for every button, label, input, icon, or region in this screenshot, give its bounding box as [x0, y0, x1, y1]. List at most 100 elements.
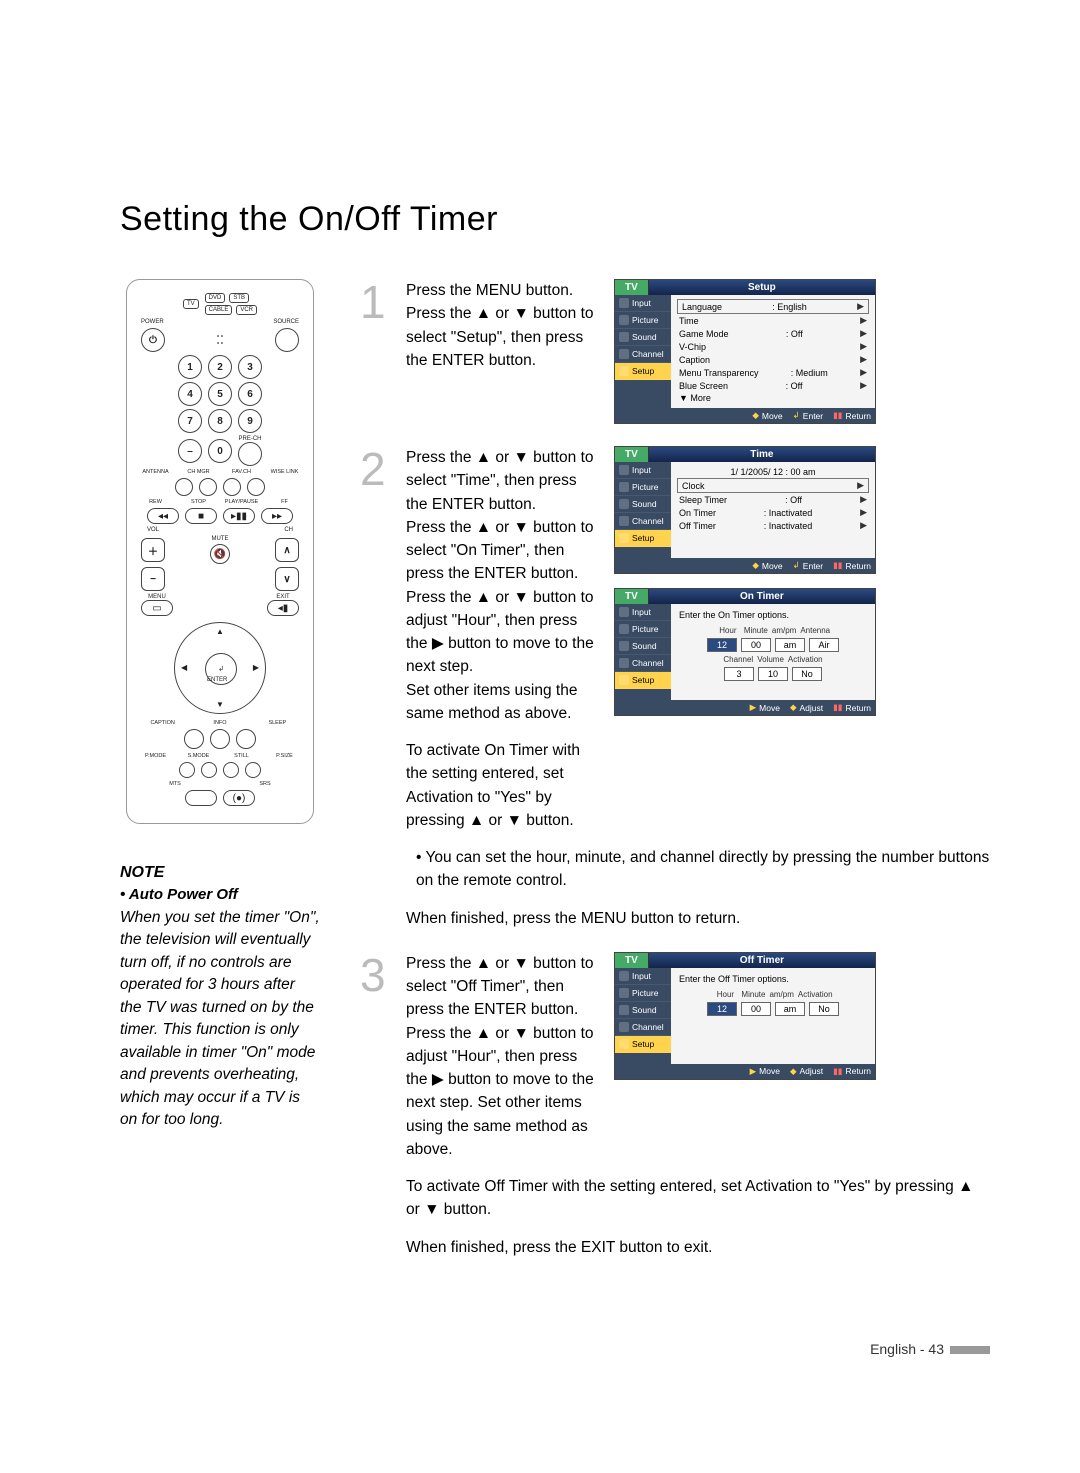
- remote-cable: CABLE: [205, 305, 233, 315]
- ch-up-icon: ∧: [275, 538, 299, 562]
- remote-5: 5: [208, 382, 232, 406]
- osd-side-input: Input: [615, 604, 671, 621]
- osd-side-channel: Channel: [615, 655, 671, 672]
- stop-icon: ■: [185, 508, 217, 524]
- step-2-number: 2: [360, 446, 392, 930]
- remote-antenna: [175, 478, 193, 496]
- step-2-bullet: You can set the hour, minute, and channe…: [406, 846, 990, 893]
- osd-side-sound: Sound: [615, 638, 671, 655]
- remote-psize-label: P.SIZE: [266, 753, 303, 759]
- step-1-number: 1: [360, 279, 392, 424]
- remote-caption-label: CAPTION: [137, 720, 188, 726]
- remote-antenna-label: ANTENNA: [137, 469, 174, 475]
- remote-wiselink-label: WISE LINK: [266, 469, 303, 475]
- osd-time: TVTime Input Picture Sound Channel Setup: [614, 446, 876, 574]
- remote-vol-label: VOL: [147, 527, 159, 533]
- remote-exit-button: ◂▮: [267, 600, 299, 616]
- remote-info: [210, 729, 230, 749]
- remote-3: 3: [238, 355, 262, 379]
- step-1-text: Press the MENU button. Press the ▲ or ▼ …: [406, 279, 596, 372]
- remote-9: 9: [238, 409, 262, 433]
- osd-off-timer-title: Off Timer: [649, 953, 875, 968]
- remote-mts: [185, 790, 217, 806]
- remote-wiselink: [247, 478, 265, 496]
- osd-side-setup: Setup: [615, 363, 671, 380]
- remote-0: 0: [208, 439, 232, 463]
- osd-side-setup: Setup: [615, 1036, 671, 1053]
- remote-source-label: SOURCE: [273, 319, 299, 325]
- remote-still: [223, 762, 239, 778]
- power-icon: ⏻: [141, 328, 165, 352]
- channel-icon: [619, 349, 629, 359]
- step-1: 1 Press the MENU button. Press the ▲ or …: [360, 279, 990, 424]
- remote-6: 6: [238, 382, 262, 406]
- remote-still-label: STILL: [223, 753, 260, 759]
- remote-4: 4: [178, 382, 202, 406]
- osd-side-sound: Sound: [615, 1002, 671, 1019]
- rewind-icon: ◂◂: [147, 508, 179, 524]
- remote-favch: [223, 478, 241, 496]
- picture-icon: [619, 315, 629, 325]
- osd-on-timer-title: On Timer: [649, 589, 875, 604]
- remote-rew-label: REW: [137, 499, 174, 505]
- osd-on-timer: TVOn Timer Input Picture Sound Channel S…: [614, 588, 876, 716]
- remote-source-button: [275, 328, 299, 352]
- ch-down-icon: ∨: [275, 567, 299, 591]
- remote-prech-button: [238, 442, 262, 466]
- remote-illustration: TV DVD STB CABLE VCR POWER SOURC: [126, 279, 314, 824]
- vol-up-icon: ＋: [141, 538, 165, 562]
- osd-tv-tab: TV: [615, 447, 649, 462]
- osd-side-sound: Sound: [615, 496, 671, 513]
- remote-8: 8: [208, 409, 232, 433]
- osd-side-input: Input: [615, 462, 671, 479]
- remote-info-label: INFO: [194, 720, 245, 726]
- remote-sleep-label: SLEEP: [252, 720, 303, 726]
- step-2: 2 Press the ▲ or ▼ button to select "Tim…: [360, 446, 990, 930]
- osd-side-picture: Picture: [615, 479, 671, 496]
- step-2-after: When finished, press the MENU button to …: [406, 907, 990, 930]
- off-timer-prompt: Enter the Off Timer options.: [677, 972, 869, 988]
- remote-7: 7: [178, 409, 202, 433]
- remote-mts-label: MTS: [135, 781, 215, 787]
- page-title: Setting the On/Off Timer: [120, 200, 990, 239]
- remote-dash: –: [178, 439, 202, 463]
- osd-side-input: Input: [615, 968, 671, 985]
- note-heading: NOTE: [120, 864, 320, 882]
- page-footer: English - 43: [120, 1341, 990, 1357]
- osd-side-channel: Channel: [615, 1019, 671, 1036]
- step-3-text: Press the ▲ or ▼ button to select "Off T…: [406, 952, 596, 1161]
- osd-setup: TVSetup Input Picture Sound Channel Setu…: [614, 279, 876, 424]
- remote-pmode-label: P.MODE: [137, 753, 174, 759]
- sound-icon: [619, 332, 629, 342]
- step-3-after-b: When finished, press the EXIT button to …: [406, 1236, 990, 1259]
- osd-side-setup: Setup: [615, 672, 671, 689]
- note-subheading: • Auto Power Off: [120, 886, 320, 903]
- osd-setup-title: Setup: [649, 280, 875, 295]
- remote-dvd: DVD: [205, 293, 226, 303]
- remote-stop-label: STOP: [180, 499, 217, 505]
- remote-tv: TV: [183, 299, 199, 309]
- step-3-number: 3: [360, 952, 392, 1259]
- step-2-text-b: To activate On Timer with the setting en…: [406, 739, 596, 832]
- osd-side-channel: Channel: [615, 513, 671, 530]
- remote-enter-label: ENTER: [207, 677, 227, 683]
- remote-2: 2: [208, 355, 232, 379]
- remote-chmgr-label: CH MGR: [180, 469, 217, 475]
- remote-psize: [245, 762, 261, 778]
- osd-side-sound: Sound: [615, 329, 671, 346]
- osd-tv-tab: TV: [615, 589, 649, 604]
- remote-srs: (●): [223, 790, 255, 806]
- osd-side-picture: Picture: [615, 621, 671, 638]
- remote-power-label: POWER: [141, 319, 164, 325]
- remote-pmode: [179, 762, 195, 778]
- osd-side-picture: Picture: [615, 312, 671, 329]
- remote-ff-label: FF: [266, 499, 303, 505]
- osd-side-input: Input: [615, 295, 671, 312]
- osd-tv-tab: TV: [615, 953, 649, 968]
- setup-icon: [619, 366, 629, 376]
- osd-side-setup: Setup: [615, 530, 671, 547]
- remote-vcr: VCR: [236, 305, 257, 315]
- input-icon: [619, 298, 629, 308]
- remote-srs-label: SRS: [225, 781, 305, 787]
- step-3-after-a: To activate Off Timer with the setting e…: [406, 1175, 990, 1222]
